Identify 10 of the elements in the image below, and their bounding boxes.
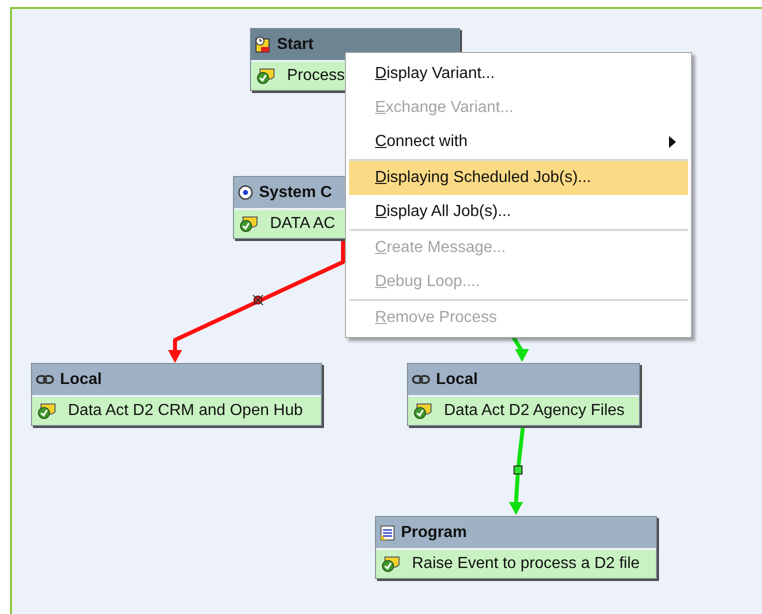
node-title: Local [436,370,478,388]
node-text: Data Act D2 Agency Files [444,402,625,420]
node-title: Local [60,370,102,388]
node-text: DATA AC [270,215,336,233]
node-title: Start [277,36,314,54]
node-text: Raise Event to process a D2 file [412,555,640,573]
node-text: Data Act D2 CRM and Open Hub [68,402,303,420]
node-title: System C [259,184,332,202]
node-text: Process [287,67,345,85]
node-title: Program [401,524,467,542]
